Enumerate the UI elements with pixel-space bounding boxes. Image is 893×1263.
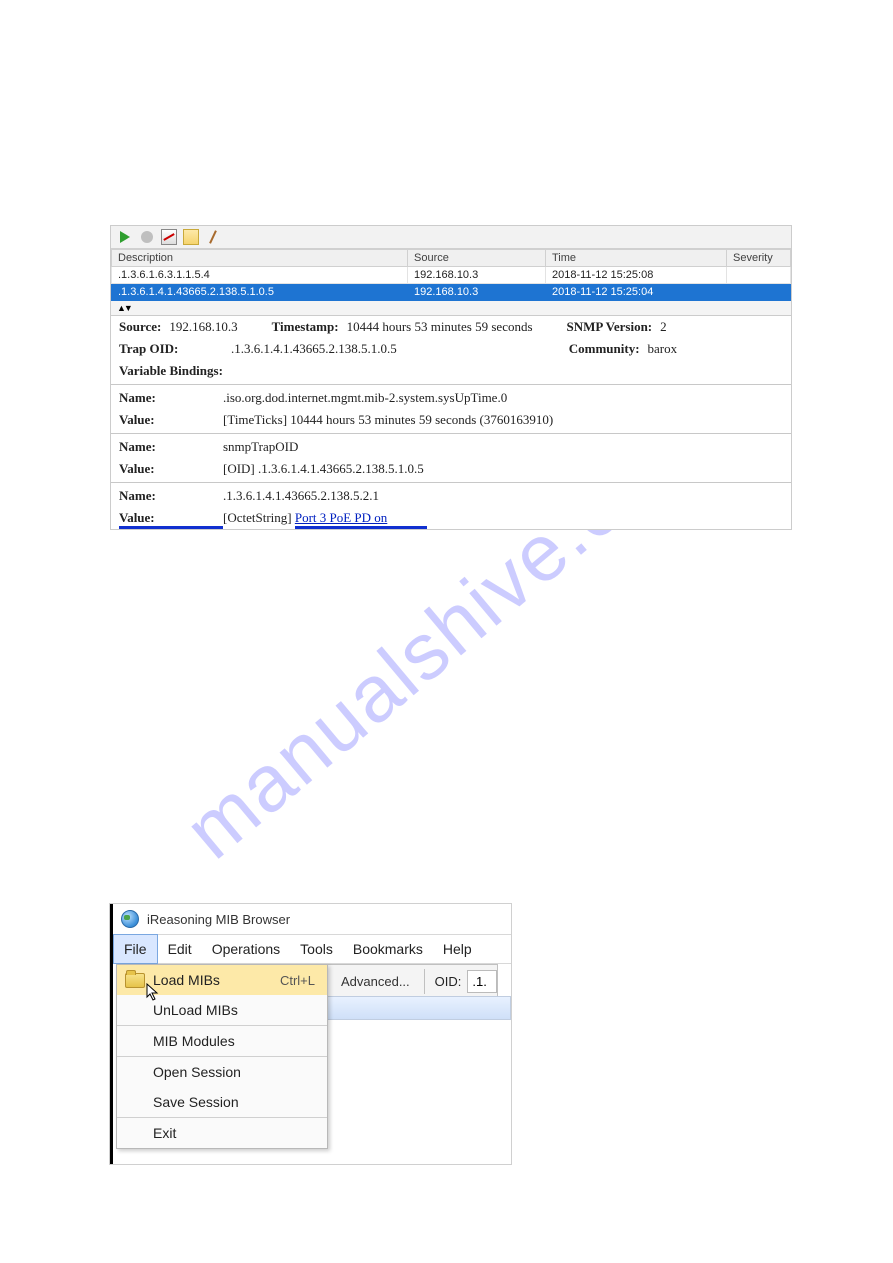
trap-toolbar [111,226,791,249]
value-value: [OID] .1.3.6.1.4.1.43665.2.138.5.1.0.5 [223,461,783,477]
filter-icon[interactable] [161,229,177,245]
table-row-selected[interactable]: .1.3.6.1.4.1.43665.2.138.5.1.0.5 192.168… [112,284,791,301]
note-icon[interactable] [183,229,199,245]
menu-item-label: Exit [153,1125,176,1141]
label-value: Value: [119,461,223,477]
menu-shortcut: Ctrl+L [280,973,315,988]
trap-receiver-panel: Description Source Time Severity .1.3.6.… [110,225,792,530]
window-title: iReasoning MIB Browser [147,912,290,927]
menu-unload-mibs[interactable]: UnLoad MIBs [117,995,327,1025]
menu-file[interactable]: File [113,934,158,964]
menu-item-label: MIB Modules [153,1033,235,1049]
label-name: Name: [119,390,223,406]
menubar: File Edit Operations Tools Bookmarks Hel… [113,934,511,964]
table-header-row: Description Source Time Severity [112,250,791,267]
toolbar-right: Advanced... OID: [326,964,498,998]
label-name: Name: [119,488,223,504]
cell-time: 2018-11-12 15:25:04 [546,284,727,301]
cell-desc: .1.3.6.1.6.3.1.1.5.4 [112,267,408,284]
cell-desc: .1.3.6.1.4.1.43665.2.138.5.1.0.5 [112,284,408,301]
cell-src: 192.168.10.3 [408,267,546,284]
value-trapoid: .1.3.6.1.4.1.43665.2.138.5.1.0.5 [231,341,397,357]
trap-detail-pane: Source: 192.168.10.3 Timestamp: 10444 hour… [111,316,791,529]
globe-icon [121,910,139,928]
mib-browser-window: iReasoning MIB Browser File Edit Operati… [110,904,511,1164]
label-timestamp: Timestamp: [272,319,339,335]
label-trapoid: Trap OID: [119,341,223,357]
value-prefix: [OctetString] [223,510,295,525]
value-value: [TimeTicks] 10444 hours 53 minutes 59 se… [223,412,783,428]
label-community: Community: [569,341,640,357]
label-varbindings: Variable Bindings: [119,363,223,379]
menu-operations[interactable]: Operations [202,935,290,963]
label-name: Name: [119,439,223,455]
cell-sev [727,284,791,301]
menu-bookmarks[interactable]: Bookmarks [343,935,433,963]
menu-exit[interactable]: Exit [117,1118,327,1148]
oid-label: OID: [425,974,468,989]
value-name: .iso.org.dod.internet.mgmt.mib-2.system.… [223,390,783,406]
menu-save-session[interactable]: Save Session [117,1087,327,1117]
cell-src: 192.168.10.3 [408,284,546,301]
menu-item-label: Load MIBs [153,972,220,988]
label-value: Value: [119,510,223,526]
clear-icon[interactable] [205,229,221,245]
label-snmpver: SNMP Version: [567,319,653,335]
label-value: Value: [119,412,223,428]
stop-icon[interactable] [139,229,155,245]
menu-help[interactable]: Help [433,935,482,963]
col-severity[interactable]: Severity [727,250,791,267]
oid-input[interactable] [467,970,497,993]
menu-item-label: Open Session [153,1064,241,1080]
value-timestamp: 10444 hours 53 minutes 59 seconds [347,319,533,335]
tree-header-bar [326,996,511,1020]
menu-open-session[interactable]: Open Session [117,1057,327,1087]
col-description[interactable]: Description [112,250,408,267]
value-community: barox [648,341,678,357]
value-name: .1.3.6.1.4.1.43665.2.138.5.2.1 [223,488,783,504]
table-row[interactable]: .1.3.6.1.6.3.1.1.5.4 192.168.10.3 2018-1… [112,267,791,284]
value-snmpver: 2 [660,319,667,335]
value-source: 192.168.10.3 [169,319,237,335]
cell-time: 2018-11-12 15:25:08 [546,267,727,284]
value-name: snmpTrapOID [223,439,783,455]
play-icon[interactable] [117,229,133,245]
cell-sev [727,267,791,284]
col-source[interactable]: Source [408,250,546,267]
value-link[interactable]: Port 3 PoE PD on [295,510,387,526]
file-dropdown: Load MIBs Ctrl+L UnLoad MIBs MIB Modules… [116,964,328,1149]
menu-item-label: UnLoad MIBs [153,1002,238,1018]
menu-item-label: Save Session [153,1094,239,1110]
titlebar: iReasoning MIB Browser [113,904,511,934]
label-source: Source: [119,319,161,335]
menu-tools[interactable]: Tools [290,935,343,963]
menu-load-mibs[interactable]: Load MIBs Ctrl+L [117,965,327,995]
menu-mib-modules[interactable]: MIB Modules [117,1026,327,1056]
value-value: [OctetString] Port 3 PoE PD on [223,510,783,526]
trap-table: Description Source Time Severity .1.3.6.… [111,249,791,301]
expand-handle-icon[interactable]: ▲▼ [111,301,791,316]
col-time[interactable]: Time [546,250,727,267]
menu-edit[interactable]: Edit [158,935,202,963]
folder-icon [125,973,145,988]
advanced-button[interactable]: Advanced... [327,969,425,994]
